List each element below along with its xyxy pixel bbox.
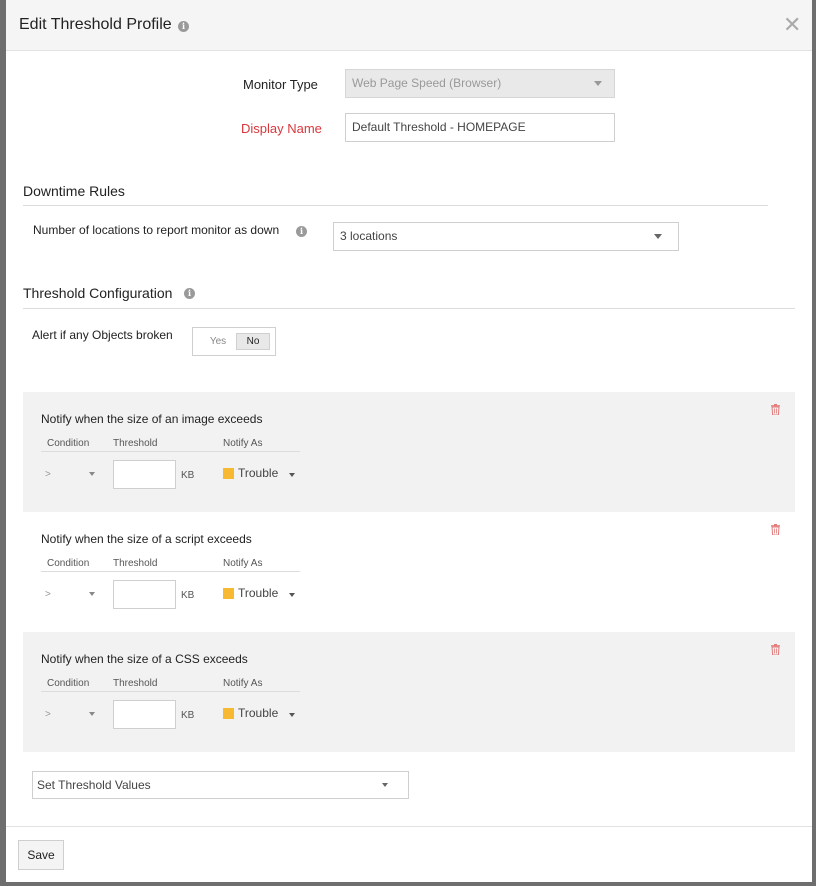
threshold-header: Threshold	[113, 678, 158, 689]
trouble-status-icon	[223, 468, 234, 479]
condition-header: Condition	[47, 438, 90, 449]
chevron-down-icon	[289, 713, 295, 717]
condition-header: Condition	[47, 678, 90, 689]
monitor-type-select: Web Page Speed (Browser)	[345, 69, 615, 98]
rule-title: Notify when the size of an image exceeds	[41, 412, 263, 426]
footer-divider	[6, 826, 812, 827]
notify-as-select[interactable]: Trouble	[238, 466, 278, 480]
unit-label: KB	[181, 590, 195, 601]
divider	[41, 571, 300, 572]
notify-as-header: Notify As	[223, 678, 263, 689]
info-icon[interactable]: i	[184, 288, 195, 299]
notify-as-select[interactable]: Trouble	[238, 706, 278, 720]
monitor-type-label: Monitor Type	[243, 77, 318, 92]
notify-as-select[interactable]: Trouble	[238, 586, 278, 600]
downtime-rules-heading: Downtime Rules	[23, 183, 125, 199]
threshold-input[interactable]	[113, 700, 176, 729]
trash-icon[interactable]	[771, 524, 780, 535]
divider	[41, 451, 300, 452]
chevron-down-icon	[289, 593, 295, 597]
threshold-config-heading: Threshold Configuration	[23, 285, 173, 301]
set-threshold-select[interactable]: Set Threshold Values	[32, 771, 409, 799]
threshold-header: Threshold	[113, 438, 158, 449]
chevron-down-icon	[382, 783, 388, 787]
display-name-field[interactable]: Default Threshold - HOMEPAGE	[345, 113, 615, 142]
condition-header: Condition	[47, 558, 90, 569]
condition-select[interactable]: >	[45, 589, 51, 600]
chevron-down-icon	[654, 234, 662, 239]
chevron-down-icon	[89, 472, 95, 476]
trash-icon[interactable]	[771, 644, 780, 655]
save-button[interactable]: Save	[18, 840, 64, 870]
trouble-status-icon	[223, 588, 234, 599]
chevron-down-icon	[89, 592, 95, 596]
toggle-yes[interactable]: Yes	[200, 334, 236, 350]
locations-select[interactable]: 3 locations	[333, 222, 679, 251]
rule-title: Notify when the size of a script exceeds	[41, 532, 252, 546]
locations-label: Number of locations to report monitor as…	[33, 223, 280, 237]
unit-label: KB	[181, 710, 195, 721]
chevron-down-icon	[89, 712, 95, 716]
divider	[23, 308, 795, 309]
toggle-no[interactable]: No	[236, 333, 270, 350]
chevron-down-icon	[594, 81, 602, 86]
info-icon[interactable]: i	[178, 21, 189, 32]
monitor-type-value: Web Page Speed (Browser)	[352, 76, 502, 90]
rule-title: Notify when the size of a CSS exceeds	[41, 652, 248, 666]
edit-threshold-dialog: Edit Threshold Profile i ✕ Monitor Type …	[6, 0, 812, 882]
rule-block-css: Notify when the size of a CSS exceeds Co…	[23, 632, 795, 752]
rule-block-image: Notify when the size of an image exceeds…	[23, 392, 795, 512]
close-icon[interactable]: ✕	[783, 13, 801, 37]
notify-as-header: Notify As	[223, 438, 263, 449]
threshold-input[interactable]	[113, 460, 176, 489]
dialog-header: Edit Threshold Profile i ✕	[6, 0, 812, 51]
threshold-input[interactable]	[113, 580, 176, 609]
condition-select[interactable]: >	[45, 469, 51, 480]
unit-label: KB	[181, 470, 195, 481]
condition-select[interactable]: >	[45, 709, 51, 720]
divider	[23, 205, 768, 206]
set-threshold-value: Set Threshold Values	[37, 778, 151, 792]
display-name-label: Display Name	[241, 121, 322, 136]
objects-broken-toggle[interactable]: Yes No	[192, 327, 276, 356]
trash-icon[interactable]	[771, 404, 780, 415]
rule-block-script: Notify when the size of a script exceeds…	[23, 512, 795, 632]
info-icon[interactable]: i	[296, 226, 307, 237]
chevron-down-icon	[289, 473, 295, 477]
divider	[41, 691, 300, 692]
threshold-header: Threshold	[113, 558, 158, 569]
trouble-status-icon	[223, 708, 234, 719]
locations-value: 3 locations	[340, 229, 398, 243]
objects-broken-label: Alert if any Objects broken	[32, 328, 173, 342]
dialog-title: Edit Threshold Profile	[19, 16, 172, 33]
notify-as-header: Notify As	[223, 558, 263, 569]
